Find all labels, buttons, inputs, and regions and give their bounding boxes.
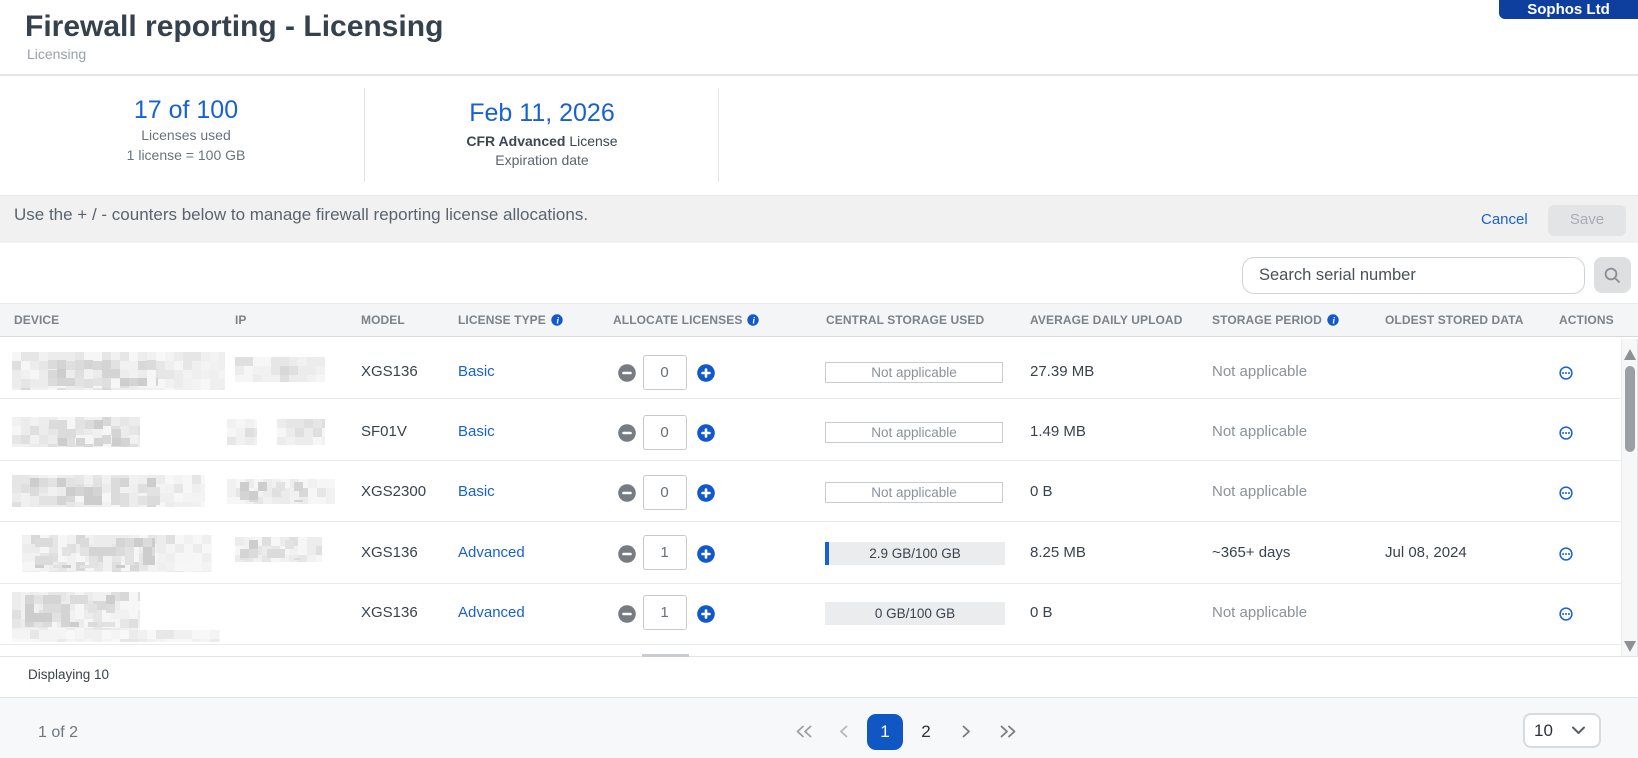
svg-text:i: i [556,315,559,325]
svg-text:i: i [1332,315,1335,325]
svg-text:i: i [753,315,756,325]
